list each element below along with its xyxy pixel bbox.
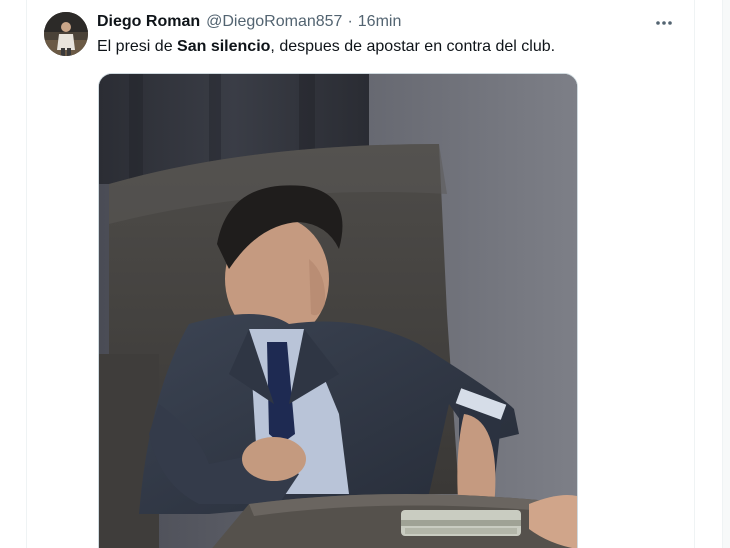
avatar[interactable]	[44, 12, 88, 56]
avatar-image	[44, 12, 88, 56]
author-handle[interactable]: @DiegoRoman857	[206, 12, 342, 32]
more-options-button[interactable]	[652, 13, 676, 33]
header-separator: ·	[347, 13, 353, 30]
timeline-right-border	[694, 0, 695, 548]
timeline-left-border	[26, 0, 27, 548]
photo-illustration	[99, 74, 577, 548]
tweet-header: Diego Roman @DiegoRoman857 · 16min	[97, 12, 401, 32]
tweet-view: Diego Roman @DiegoRoman857 · 16min El pr…	[0, 0, 730, 548]
sidebar-edge	[722, 0, 730, 548]
tweet-media-photo[interactable]	[98, 73, 578, 548]
tweet-text-bold: San silencio	[177, 38, 271, 55]
author-display-name[interactable]: Diego Roman	[97, 12, 200, 32]
tweet-text-after: , despues de apostar en contra del club.	[270, 38, 556, 55]
tweet-timestamp[interactable]: 16min	[358, 12, 402, 32]
more-horizontal-icon	[656, 21, 672, 25]
tweet-text-before: El presi de	[97, 38, 178, 55]
tweet-text: El presi de San silencio, despues de apo…	[97, 37, 687, 57]
